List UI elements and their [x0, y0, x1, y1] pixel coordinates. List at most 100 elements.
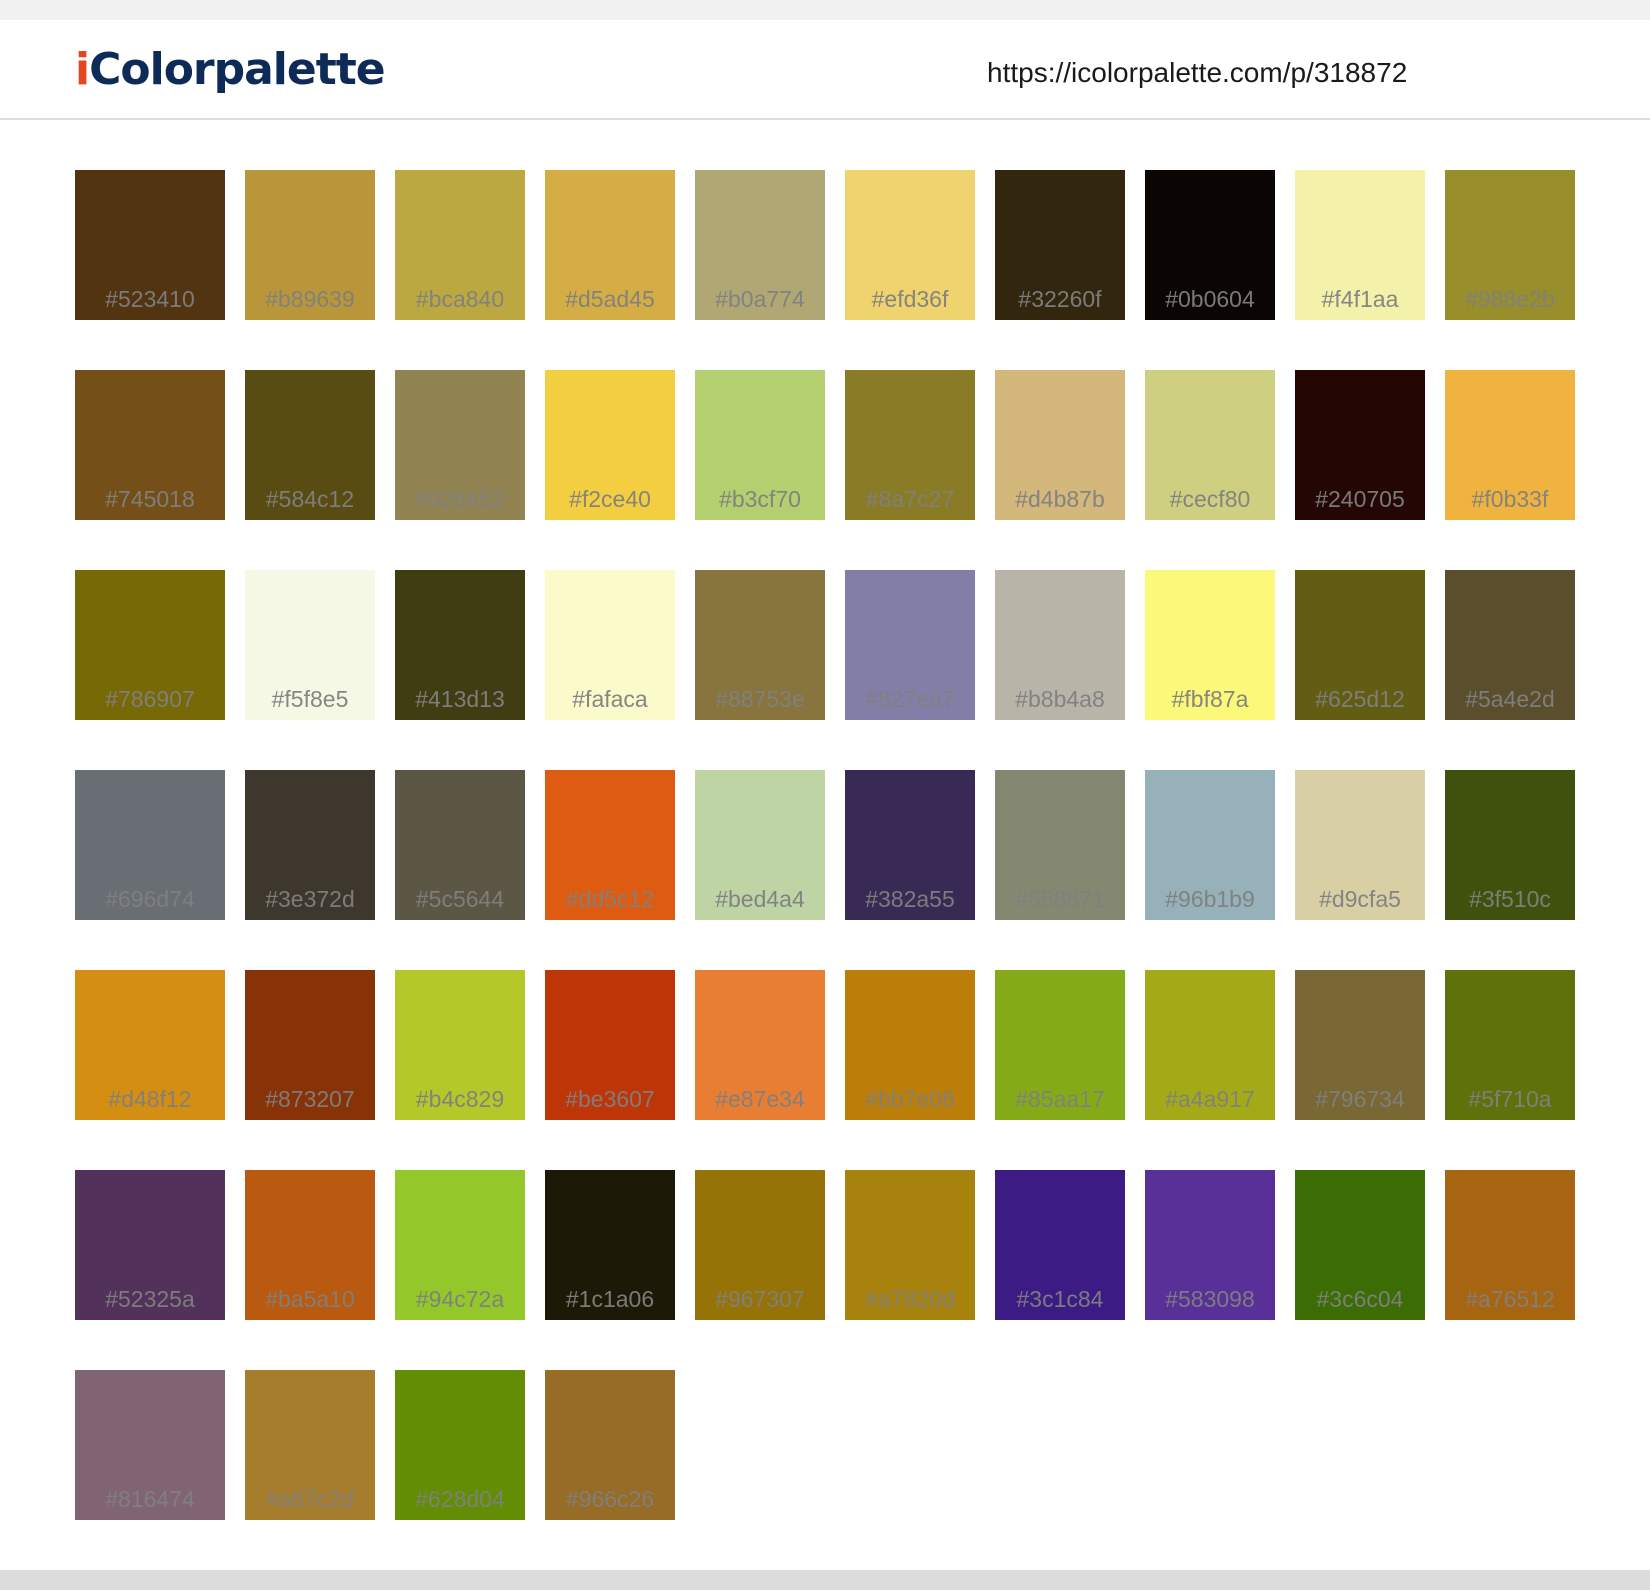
color-swatch[interactable]: #b0a774: [695, 170, 825, 320]
color-swatch[interactable]: #827ea7: [845, 570, 975, 720]
swatch-hex-label: #3c6c04: [1316, 1286, 1404, 1312]
swatch-hex-label: #a7820d: [865, 1286, 955, 1312]
color-swatch[interactable]: #745018: [75, 370, 225, 520]
color-swatch[interactable]: #85aa17: [995, 970, 1125, 1120]
color-swatch[interactable]: #3f510c: [1445, 770, 1575, 920]
swatch-hex-label: #b3cf70: [719, 486, 801, 512]
color-swatch[interactable]: #bed4a4: [695, 770, 825, 920]
color-swatch[interactable]: #88753e: [695, 570, 825, 720]
color-swatch[interactable]: #a76512: [1445, 1170, 1575, 1320]
color-swatch[interactable]: #dd5c12: [545, 770, 675, 920]
color-swatch[interactable]: #0b0604: [1145, 170, 1275, 320]
swatch-hex-label: #873207: [265, 1086, 355, 1112]
palette-url[interactable]: https://icolorpalette.com/p/318872: [987, 56, 1407, 90]
swatch-hex-label: #bb7e08: [865, 1086, 955, 1112]
color-swatch[interactable]: #f4f1aa: [1295, 170, 1425, 320]
color-swatch[interactable]: #be3607: [545, 970, 675, 1120]
palette-swatch-grid: #523410 #b89639 #bca840 #d5ad45 #b0a774 #efd3…: [75, 170, 1577, 1520]
color-swatch[interactable]: #d4b87b: [995, 370, 1125, 520]
swatch-hex-label: #8a7c27: [865, 486, 955, 512]
swatch-hex-label: #786907: [105, 686, 195, 712]
color-swatch[interactable]: #f2ce40: [545, 370, 675, 520]
color-swatch[interactable]: #696d74: [75, 770, 225, 920]
swatch-hex-label: #d48f12: [108, 1086, 192, 1112]
swatch-hex-label: #0b0604: [1165, 286, 1255, 312]
color-swatch[interactable]: #cecf80: [1145, 370, 1275, 520]
color-swatch[interactable]: #928452: [395, 370, 525, 520]
swatch-hex-label: #3c1c84: [1016, 1286, 1104, 1312]
color-swatch[interactable]: #a4a917: [1145, 970, 1275, 1120]
swatch-hex-label: #1c1a06: [565, 1286, 655, 1312]
color-swatch[interactable]: #858871: [995, 770, 1125, 920]
swatch-hex-label: #b8b4a8: [1015, 686, 1105, 712]
color-swatch[interactable]: #94c72a: [395, 1170, 525, 1320]
color-swatch[interactable]: #5f710a: [1445, 970, 1575, 1120]
swatch-hex-label: #a76512: [1465, 1286, 1555, 1312]
swatch-hex-label: #816474: [105, 1486, 195, 1512]
color-swatch[interactable]: #873207: [245, 970, 375, 1120]
color-swatch[interactable]: #b8b4a8: [995, 570, 1125, 720]
color-swatch[interactable]: #523410: [75, 170, 225, 320]
color-swatch[interactable]: #8a7c27: [845, 370, 975, 520]
logo-wordmark: Colorpalette: [89, 44, 386, 95]
color-swatch[interactable]: #967307: [695, 1170, 825, 1320]
color-swatch[interactable]: #f0b33f: [1445, 370, 1575, 520]
color-swatch[interactable]: #bca840: [395, 170, 525, 320]
swatch-hex-label: #3e372d: [265, 886, 355, 912]
swatch-hex-label: #d5ad45: [565, 286, 655, 312]
color-swatch[interactable]: #796734: [1295, 970, 1425, 1120]
swatch-hex-label: #988e2b: [1465, 286, 1555, 312]
color-swatch[interactable]: #583098: [1145, 1170, 1275, 1320]
swatch-hex-label: #f2ce40: [569, 486, 651, 512]
color-swatch[interactable]: #b89639: [245, 170, 375, 320]
color-swatch[interactable]: #d48f12: [75, 970, 225, 1120]
color-swatch[interactable]: #b3cf70: [695, 370, 825, 520]
swatch-hex-label: #85aa17: [1015, 1086, 1105, 1112]
swatch-hex-label: #523410: [105, 286, 195, 312]
color-swatch[interactable]: #bb7e08: [845, 970, 975, 1120]
color-swatch[interactable]: #d5ad45: [545, 170, 675, 320]
color-swatch[interactable]: #3e372d: [245, 770, 375, 920]
color-swatch[interactable]: #3c1c84: [995, 1170, 1125, 1320]
swatch-hex-label: #3f510c: [1469, 886, 1551, 912]
color-swatch[interactable]: #584c12: [245, 370, 375, 520]
color-swatch[interactable]: #240705: [1295, 370, 1425, 520]
color-swatch[interactable]: #382a55: [845, 770, 975, 920]
swatch-hex-label: #bed4a4: [715, 886, 805, 912]
color-swatch[interactable]: #5a4e2d: [1445, 570, 1575, 720]
color-swatch[interactable]: #988e2b: [1445, 170, 1575, 320]
color-swatch[interactable]: #3c6c04: [1295, 1170, 1425, 1320]
color-swatch[interactable]: #32260f: [995, 170, 1125, 320]
color-swatch[interactable]: #628d04: [395, 1370, 525, 1520]
swatch-hex-label: #e87e34: [715, 1086, 805, 1112]
swatch-hex-label: #382a55: [865, 886, 955, 912]
color-swatch[interactable]: #ba5a10: [245, 1170, 375, 1320]
color-swatch[interactable]: #816474: [75, 1370, 225, 1520]
swatch-hex-label: #fbf87a: [1171, 686, 1249, 712]
color-swatch[interactable]: #e87e34: [695, 970, 825, 1120]
color-swatch[interactable]: #96b1b9: [1145, 770, 1275, 920]
color-swatch[interactable]: #625d12: [1295, 570, 1425, 720]
swatch-hex-label: #a4a917: [1165, 1086, 1255, 1112]
swatch-hex-label: #858871: [1015, 886, 1105, 912]
color-swatch[interactable]: #786907: [75, 570, 225, 720]
site-header: iColorpalette https://icolorpalette.com/…: [0, 20, 1650, 120]
color-swatch[interactable]: #efd36f: [845, 170, 975, 320]
color-swatch[interactable]: #f5f8e5: [245, 570, 375, 720]
color-swatch[interactable]: #413d13: [395, 570, 525, 720]
color-swatch[interactable]: #a67c2d: [245, 1370, 375, 1520]
color-swatch[interactable]: #b4c829: [395, 970, 525, 1120]
swatch-hex-label: #d9cfa5: [1319, 886, 1401, 912]
color-swatch[interactable]: #5c5644: [395, 770, 525, 920]
color-swatch[interactable]: #a7820d: [845, 1170, 975, 1320]
color-swatch[interactable]: #fafaca: [545, 570, 675, 720]
site-logo[interactable]: iColorpalette: [75, 42, 386, 98]
swatch-hex-label: #cecf80: [1169, 486, 1251, 512]
color-swatch[interactable]: #52325a: [75, 1170, 225, 1320]
swatch-hex-label: #f5f8e5: [271, 686, 349, 712]
color-swatch[interactable]: #d9cfa5: [1295, 770, 1425, 920]
color-swatch[interactable]: #1c1a06: [545, 1170, 675, 1320]
color-swatch[interactable]: #966c26: [545, 1370, 675, 1520]
color-swatch[interactable]: #fbf87a: [1145, 570, 1275, 720]
swatch-hex-label: #fafaca: [572, 686, 648, 712]
